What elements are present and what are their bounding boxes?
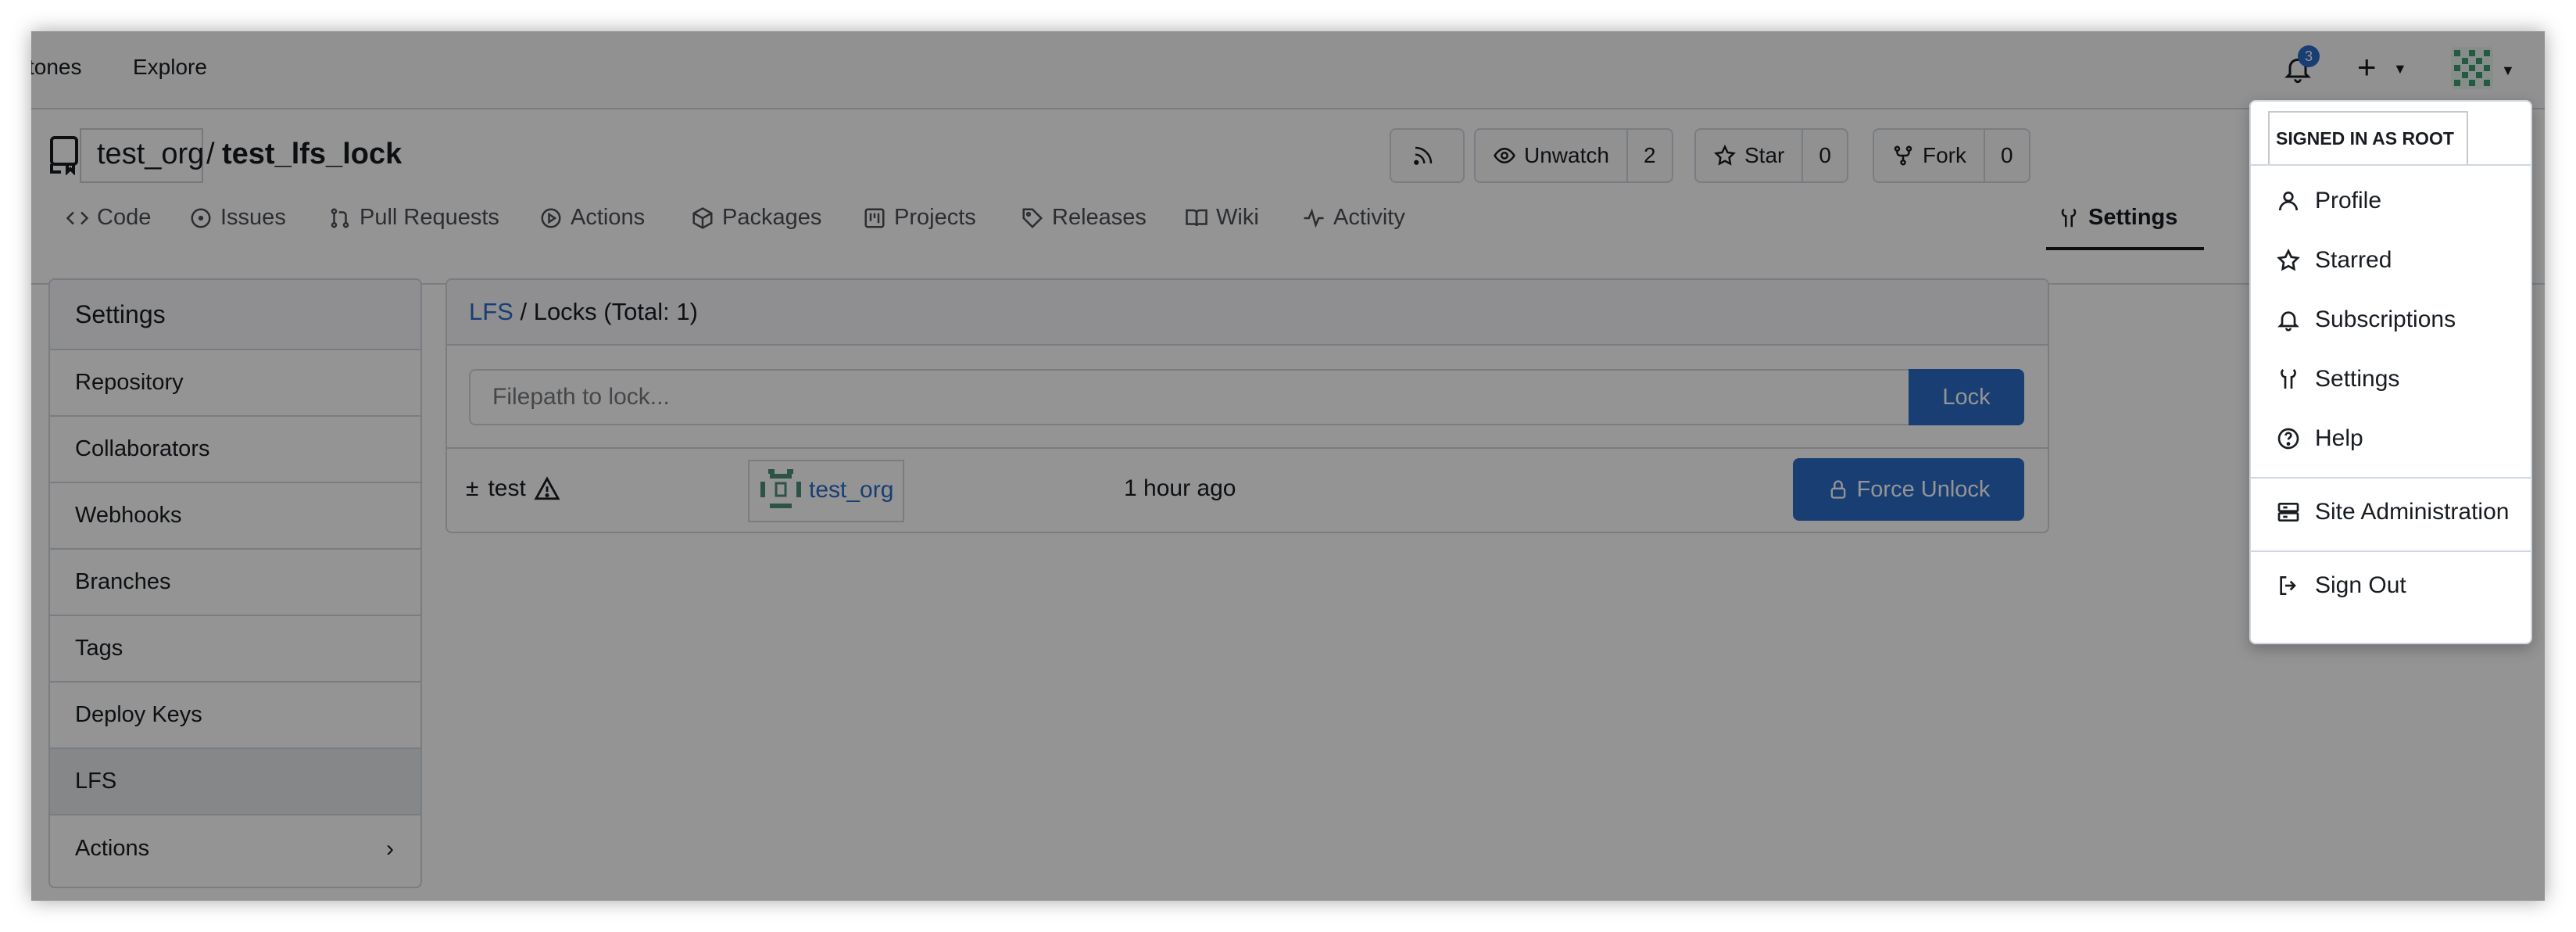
menu-item-profile[interactable]: Profile	[2276, 188, 2381, 214]
menu-item-subscriptions[interactable]: Subscriptions	[2276, 306, 2456, 333]
menu-item-starred[interactable]: Starred	[2276, 247, 2392, 274]
menu-item-settings[interactable]: Settings	[2276, 366, 2399, 393]
sign-out-icon	[2280, 576, 2296, 595]
menu-divider	[2251, 477, 2531, 479]
user-dropdown-menu: SIGNED IN AS ROOT Profile Starred Subscr…	[2249, 100, 2532, 644]
star-icon	[2277, 248, 2300, 271]
signed-in-label: SIGNED IN AS ROOT	[2276, 128, 2454, 149]
browser-viewport: tones Explore 3 + ▼ ▼ test_org / test_lf…	[31, 31, 2545, 901]
question-icon	[2277, 428, 2299, 450]
menu-item-help[interactable]: Help	[2276, 425, 2363, 452]
tools-icon	[2281, 368, 2296, 389]
menu-divider	[2251, 164, 2531, 166]
menu-item-sign-out[interactable]: Sign Out	[2276, 572, 2406, 599]
server-icon	[2277, 503, 2299, 522]
bell-icon	[2277, 311, 2299, 332]
person-icon	[2279, 192, 2298, 211]
menu-item-site-administration[interactable]: Site Administration	[2276, 499, 2509, 525]
menu-divider	[2251, 550, 2531, 552]
modal-overlay	[31, 31, 2545, 901]
